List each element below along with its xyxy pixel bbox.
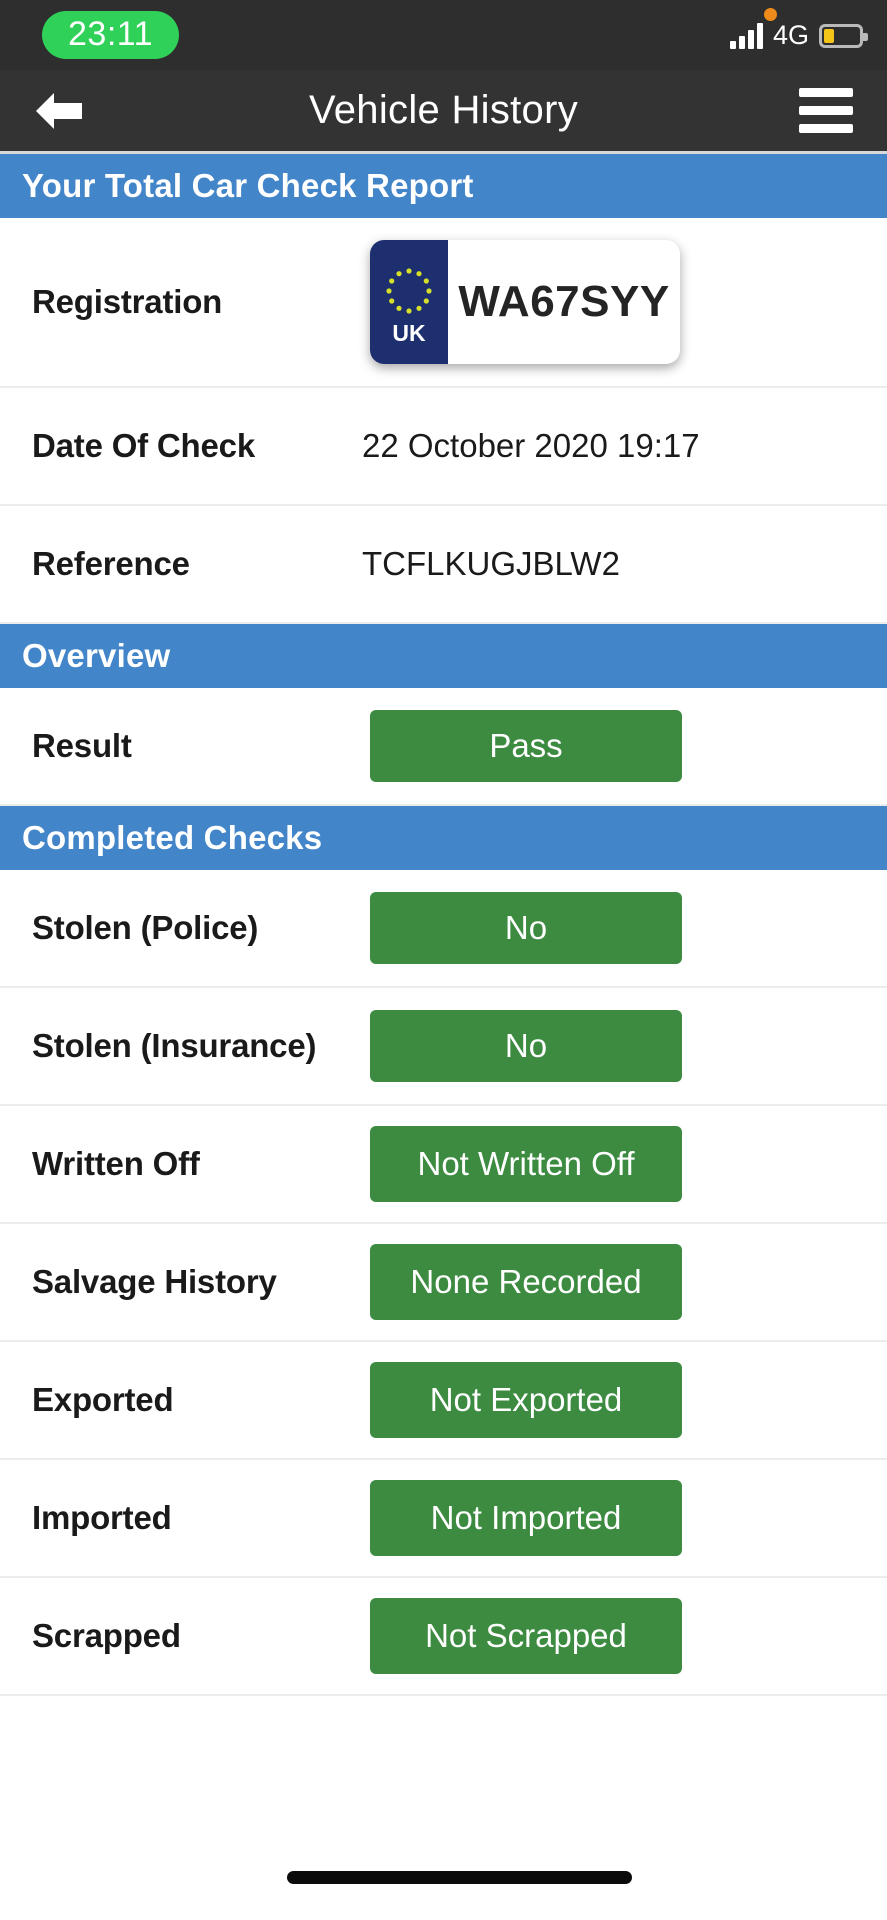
uk-number-plate: UK WA67SYY [370,240,680,364]
status-badge: No [370,892,682,964]
row-value: Not Written Off [362,1126,857,1202]
status-badge: None Recorded [370,1244,682,1320]
row-label: Date Of Check [32,427,255,464]
table-row-written-off: Written Off Not Written Off [0,1106,887,1224]
section-header-completed-checks: Completed Checks [0,806,887,870]
status-badge: Not Imported [370,1480,682,1556]
status-badge: No [370,1010,682,1082]
row-value: 22 October 2020 19:17 [362,427,700,464]
network-type-label: 4G [772,20,809,50]
table-row-stolen-police: Stolen (Police) No [0,870,887,988]
status-badge: Pass [370,710,682,782]
page-title: Vehicle History [308,88,579,132]
plate-registration-number: WA67SYY [458,277,670,326]
status-bar-clock: 23:11 [42,11,180,59]
row-label: Result [32,727,132,764]
table-row-registration: Registration UK WA67SYY [0,218,887,388]
table-row-reference: Reference TCFLKUGJBLW2 [0,506,887,624]
app-root: 23:11 4G Vehicle History Your Total Car … [0,0,887,1920]
status-bar: 23:11 4G [0,0,887,70]
table-row-salvage-history: Salvage History None Recorded [0,1224,887,1342]
registration-plate: UK WA67SYY [362,240,857,364]
row-value: No [362,892,857,964]
table-row-exported: Exported Not Exported [0,1342,887,1460]
eu-stars-icon [386,267,432,314]
signal-bars-icon [729,22,763,49]
section-header-report: Your Total Car Check Report [0,154,887,218]
row-label: Stolen (Insurance) [32,1027,317,1064]
back-arrow-icon[interactable] [30,89,86,133]
hamburger-menu-icon[interactable] [799,88,853,133]
status-badge: Not Exported [370,1362,682,1438]
status-badge: Not Written Off [370,1126,682,1202]
row-label: Reference [32,545,190,582]
row-value: Pass [362,710,857,782]
table-row-date-of-check: Date Of Check 22 October 2020 19:17 [0,388,887,506]
row-value: No [362,1010,857,1082]
row-value: None Recorded [362,1244,857,1320]
row-value: Not Imported [362,1480,857,1556]
table-row-imported: Imported Not Imported [0,1460,887,1578]
row-label: Imported [32,1499,172,1536]
navigation-bar: Vehicle History [0,70,887,154]
battery-low-icon [819,23,868,48]
plate-country-code: UK [392,319,426,346]
row-label: Registration [32,283,223,320]
status-badge: Not Scrapped [370,1598,682,1674]
row-label: Written Off [32,1145,200,1182]
row-value: Not Scrapped [362,1598,857,1674]
table-row-stolen-insurance: Stolen (Insurance) No [0,988,887,1106]
row-label: Stolen (Police) [32,909,259,946]
table-row-scrapped: Scrapped Not Scrapped [0,1578,887,1696]
status-bar-indicators: 4G [729,20,868,50]
row-label: Scrapped [32,1617,181,1654]
home-indicator[interactable] [287,1871,632,1884]
table-row-result: Result Pass [0,688,887,806]
row-value: Not Exported [362,1362,857,1438]
row-label: Salvage History [32,1263,277,1300]
section-header-overview: Overview [0,624,887,688]
plate-country-badge: UK [370,240,448,364]
row-label: Exported [32,1381,174,1418]
row-value: TCFLKUGJBLW2 [362,545,620,582]
